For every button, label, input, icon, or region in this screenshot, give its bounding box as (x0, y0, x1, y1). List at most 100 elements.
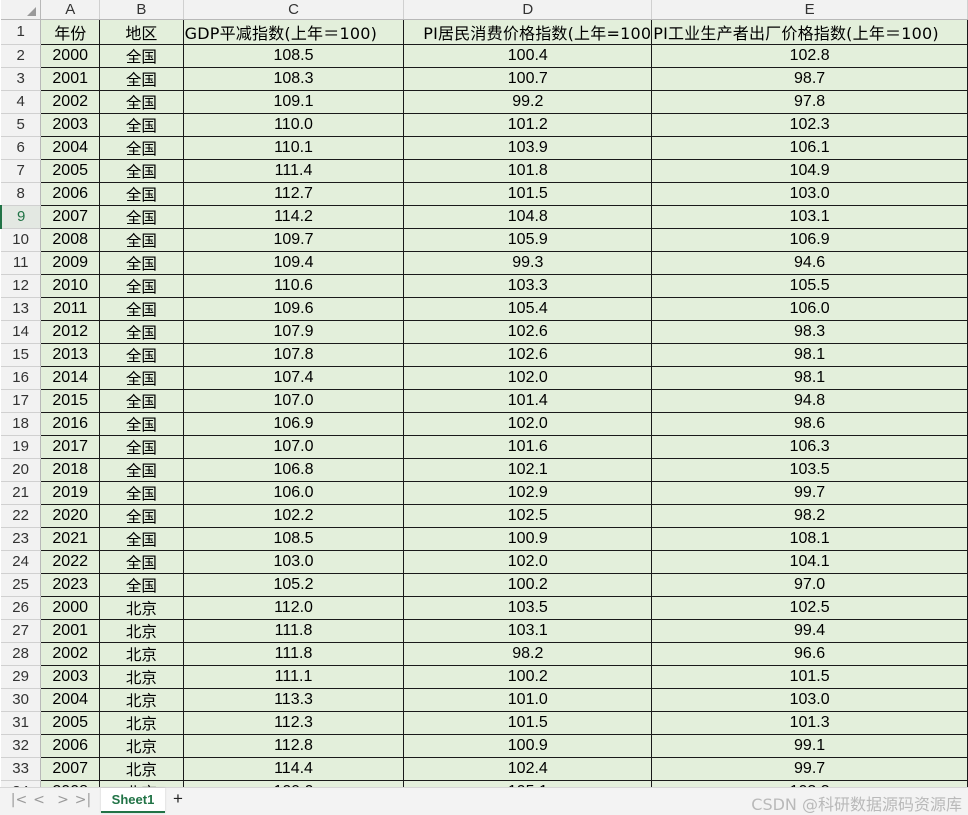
cell-cpi[interactable]: 100.2 (403, 665, 653, 689)
cell-ppi[interactable]: 106.3 (651, 435, 968, 459)
row-header[interactable]: 22 (1, 504, 42, 528)
cell-region[interactable]: 全国 (99, 458, 184, 482)
row-header[interactable]: 3 (1, 67, 42, 91)
cell-ppi[interactable]: 97.8 (651, 90, 968, 114)
cell-year[interactable]: 2010 (40, 274, 101, 298)
cell-region[interactable]: 全国 (99, 573, 184, 597)
cell-region[interactable]: 北京 (99, 665, 184, 689)
cell-cpi[interactable]: 100.9 (403, 734, 653, 758)
cell-year[interactable]: 2005 (40, 711, 101, 735)
row-header[interactable]: 2 (1, 44, 42, 68)
cell-region[interactable]: 全国 (99, 504, 184, 528)
cell-cpi[interactable]: 99.3 (403, 251, 653, 275)
row-header[interactable]: 29 (1, 665, 42, 689)
column-header-e[interactable]: E (651, 0, 968, 20)
cell-region[interactable]: 全国 (99, 113, 184, 137)
row-header[interactable]: 18 (1, 412, 42, 436)
cell-ppi[interactable]: 108.1 (651, 527, 968, 551)
row-header[interactable]: 33 (1, 757, 42, 781)
cell-cpi[interactable]: 102.9 (403, 481, 653, 505)
cell-ppi[interactable]: 99.7 (651, 481, 968, 505)
cell-year[interactable]: 2021 (40, 527, 101, 551)
row-header[interactable]: 31 (1, 711, 42, 735)
cell-ppi[interactable]: 99.4 (651, 619, 968, 643)
row-header[interactable]: 34 (1, 780, 42, 787)
cell-year[interactable]: 2001 (40, 619, 101, 643)
row-header[interactable]: 21 (1, 481, 42, 505)
cell-cpi[interactable]: 100.2 (403, 573, 653, 597)
cell-cpi[interactable]: 100.7 (403, 67, 653, 91)
column-header-b[interactable]: B (99, 0, 184, 20)
cell-year[interactable]: 2000 (40, 44, 101, 68)
cell-year[interactable]: 2003 (40, 113, 101, 137)
cell-gdp-deflator[interactable]: 112.8 (183, 734, 405, 758)
cell-year[interactable]: 2011 (40, 297, 101, 321)
cell-region[interactable]: 全国 (99, 90, 184, 114)
cell-ppi[interactable]: 94.8 (651, 389, 968, 413)
cell-ppi[interactable]: 103.0 (651, 688, 968, 712)
cell-year[interactable]: 2016 (40, 412, 101, 436)
cell-ppi[interactable]: 106.1 (651, 136, 968, 160)
cell-region[interactable]: 全国 (99, 343, 184, 367)
cell-region[interactable]: 全国 (99, 297, 184, 321)
cell-cpi[interactable]: 100.4 (403, 44, 653, 68)
cell-ppi[interactable]: 103.1 (651, 205, 968, 229)
cell-ppi[interactable]: 105.5 (651, 274, 968, 298)
header-cell-cpi[interactable]: PI居民消费价格指数(上年=100 (403, 19, 653, 45)
cell-cpi[interactable]: 101.5 (403, 711, 653, 735)
cell-gdp-deflator[interactable]: 110.1 (183, 136, 405, 160)
cell-ppi[interactable]: 102.3 (651, 113, 968, 137)
cell-cpi[interactable]: 102.1 (403, 458, 653, 482)
cell-gdp-deflator[interactable]: 106.9 (183, 412, 405, 436)
header-cell-year[interactable]: 年份 (40, 19, 101, 45)
header-cell-gdp-deflator[interactable]: GDP平减指数(上年＝100) (183, 19, 405, 45)
cell-region[interactable]: 全国 (99, 412, 184, 436)
cell-cpi[interactable]: 102.6 (403, 320, 653, 344)
cell-year[interactable]: 2009 (40, 251, 101, 275)
cell-year[interactable]: 2023 (40, 573, 101, 597)
cell-ppi[interactable]: 102.8 (651, 44, 968, 68)
row-header[interactable]: 11 (1, 251, 42, 275)
cell-gdp-deflator[interactable]: 109.1 (183, 90, 405, 114)
row-header[interactable]: 5 (1, 113, 42, 137)
cell-gdp-deflator[interactable]: 109.7 (183, 228, 405, 252)
row-header[interactable]: 26 (1, 596, 42, 620)
row-header[interactable]: 1 (1, 19, 42, 45)
first-sheet-icon[interactable]: |< (10, 792, 28, 808)
cell-gdp-deflator[interactable]: 107.8 (183, 343, 405, 367)
column-header-c[interactable]: C (183, 0, 405, 20)
row-header[interactable]: 24 (1, 550, 42, 574)
cell-region[interactable]: 全国 (99, 527, 184, 551)
cell-cpi[interactable]: 101.4 (403, 389, 653, 413)
cell-year[interactable]: 2002 (40, 90, 101, 114)
cell-cpi[interactable]: 98.2 (403, 642, 653, 666)
row-header[interactable]: 9 (0, 205, 42, 229)
cell-year[interactable]: 2017 (40, 435, 101, 459)
cell-cpi[interactable]: 104.8 (403, 205, 653, 229)
cell-year[interactable]: 2001 (40, 67, 101, 91)
cell-region[interactable]: 北京 (99, 596, 184, 620)
cell-year[interactable]: 2004 (40, 136, 101, 160)
cell-gdp-deflator[interactable]: 103.0 (183, 550, 405, 574)
cell-ppi[interactable]: 103.0 (651, 182, 968, 206)
row-header[interactable]: 14 (1, 320, 42, 344)
cell-year[interactable]: 2013 (40, 343, 101, 367)
cell-gdp-deflator[interactable]: 108.5 (183, 44, 405, 68)
cell-gdp-deflator[interactable]: 112.7 (183, 182, 405, 206)
cell-gdp-deflator[interactable]: 112.3 (183, 711, 405, 735)
cell-cpi[interactable]: 105.4 (403, 297, 653, 321)
cell-year[interactable]: 2005 (40, 159, 101, 183)
row-header[interactable]: 17 (1, 389, 42, 413)
add-sheet-button[interactable]: + (170, 789, 186, 809)
cell-gdp-deflator[interactable]: 109.4 (183, 251, 405, 275)
cell-region[interactable]: 全国 (99, 159, 184, 183)
cell-ppi[interactable]: 97.0 (651, 573, 968, 597)
cell-year[interactable]: 2022 (40, 550, 101, 574)
cell-gdp-deflator[interactable]: 112.0 (183, 596, 405, 620)
cell-ppi[interactable]: 103.5 (651, 458, 968, 482)
cell-region[interactable]: 北京 (99, 780, 184, 787)
cell-ppi[interactable]: 101.3 (651, 711, 968, 735)
row-header[interactable]: 15 (1, 343, 42, 367)
row-header[interactable]: 23 (1, 527, 42, 551)
header-cell-region[interactable]: 地区 (99, 19, 184, 45)
